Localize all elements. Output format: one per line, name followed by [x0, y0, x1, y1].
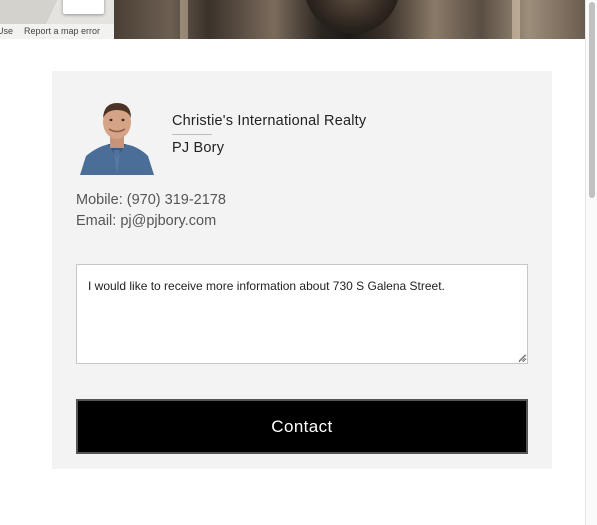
map-control-button[interactable] — [63, 0, 104, 14]
agent-mobile[interactable]: Mobile: (970) 319-2178 — [76, 192, 226, 208]
agent-name: PJ Bory — [172, 140, 225, 156]
photo-column-detail — [180, 0, 188, 39]
map-terms-link[interactable]: Use — [0, 24, 13, 39]
contact-button[interactable]: Contact — [76, 399, 528, 454]
agent-email[interactable]: Email: pj@pjbory.com — [76, 213, 216, 229]
map-widget[interactable]: Use Report a map error — [0, 0, 114, 39]
agent-company: Christie's International Realty — [172, 113, 367, 129]
scrollbar-thumb[interactable] — [589, 2, 595, 198]
top-media-strip: Use Report a map error — [0, 0, 585, 39]
name-divider — [172, 134, 212, 135]
agent-avatar — [78, 98, 156, 175]
map-footer-bar: Use Report a map error — [0, 24, 114, 39]
agent-contact-card: Christie's International Realty PJ Bory … — [52, 71, 552, 469]
message-textarea[interactable]: I would like to receive more information… — [76, 264, 528, 364]
report-map-error-link[interactable]: Report a map error — [24, 24, 100, 39]
page-scrollbar[interactable] — [585, 0, 597, 525]
photo-column-detail — [512, 0, 520, 39]
photo-vase-detail — [304, 0, 400, 34]
map-land-shape — [0, 0, 62, 24]
property-photo[interactable] — [114, 0, 585, 39]
